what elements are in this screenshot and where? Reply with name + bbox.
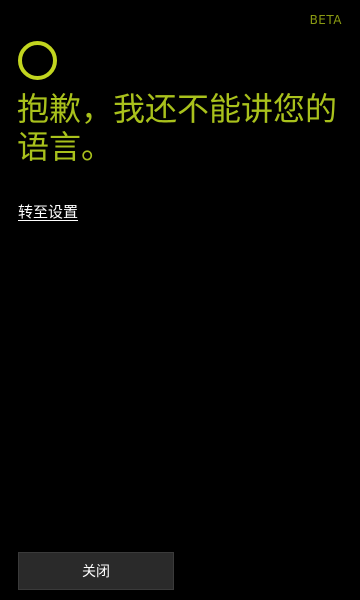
close-button[interactable]: 关闭 (18, 552, 174, 590)
go-to-settings-link[interactable]: 转至设置 (18, 201, 78, 222)
beta-badge: BETA (309, 13, 342, 27)
cortana-ring-icon (18, 41, 57, 80)
unsupported-language-message: 抱歉，我还不能讲您的语言。 (17, 90, 338, 166)
